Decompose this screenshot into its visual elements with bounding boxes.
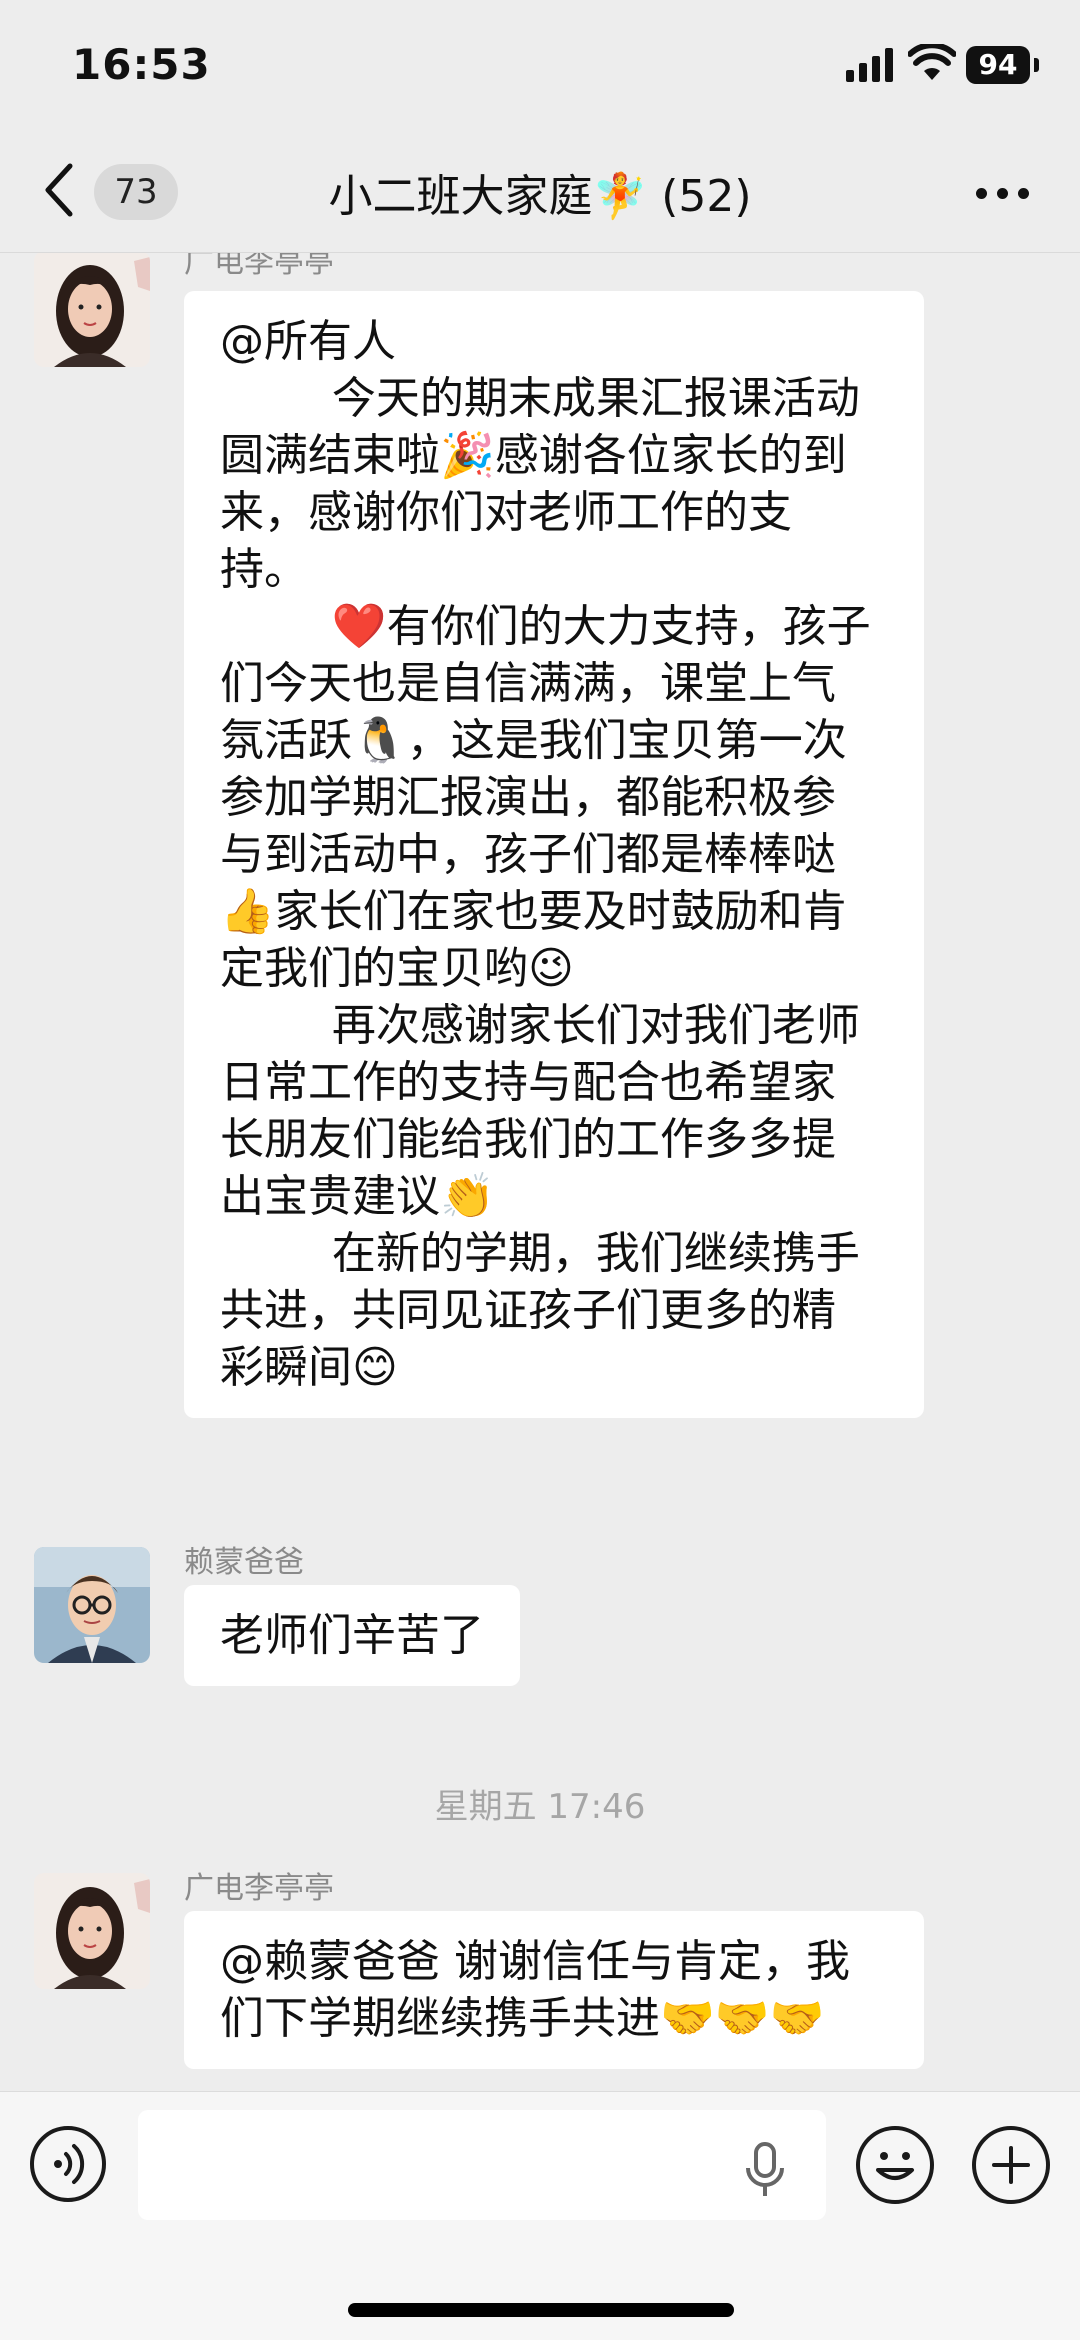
message-line: ❤️有你们的大力支持，孩子 bbox=[220, 601, 871, 652]
status-bar: 16:53 94 bbox=[0, 0, 1080, 130]
message-line: @所有人 bbox=[220, 316, 396, 367]
message-line: 来，感谢你们对老师工作的支 bbox=[220, 487, 792, 538]
battery-tip bbox=[1034, 58, 1039, 72]
message-line: 圆满结束啦🎉感谢各位家长的到 bbox=[220, 430, 847, 481]
battery-indicator: 94 bbox=[966, 46, 1030, 84]
message-line: 再次感谢家长们对我们老师 bbox=[220, 1000, 860, 1051]
sender-name: 广电李亭亭 bbox=[184, 1871, 334, 1906]
message-line: 日常工作的支持与配合也希望家 bbox=[220, 1057, 836, 1108]
home-indicator[interactable] bbox=[348, 2303, 734, 2317]
message-line: 在新的学期，我们继续携手 bbox=[220, 1228, 860, 1279]
sender-name: 赖蒙爸爸 bbox=[184, 1545, 304, 1580]
more-dots-icon[interactable] bbox=[976, 188, 1030, 200]
message-bubble[interactable]: @所有人 今天的期末成果汇报课活动 圆满结束啦🎉感谢各位家长的到 来，感谢你们对… bbox=[184, 291, 924, 1418]
avatar[interactable] bbox=[34, 1873, 150, 1989]
message-line: 彩瞬间😊 bbox=[220, 1342, 398, 1393]
message-bubble[interactable]: @赖蒙爸爸 谢谢信任与肯定，我 们下学期继续携手共进🤝🤝🤝 bbox=[184, 1911, 924, 2069]
wifi-icon bbox=[908, 44, 956, 80]
avatar[interactable] bbox=[34, 253, 150, 367]
message-line: 定我们的宝贝哟😉 bbox=[220, 943, 574, 994]
sender-name: 广电李亭亭 bbox=[184, 253, 334, 280]
message-line: 参加学期汇报演出，都能积极参 bbox=[220, 772, 836, 823]
microphone-icon[interactable] bbox=[740, 2140, 790, 2200]
message-line: 今天的期末成果汇报课活动 bbox=[220, 373, 860, 424]
plus-icon[interactable] bbox=[972, 2126, 1050, 2204]
chat-title: 小二班大家庭🧚 (52) bbox=[328, 171, 752, 222]
message-line: 👍家长们在家也要及时鼓励和肯 bbox=[220, 886, 847, 937]
message-line: 们下学期继续携手共进🤝🤝🤝 bbox=[220, 1993, 825, 2044]
message-line: @赖蒙爸爸 谢谢信任与肯定，我 bbox=[220, 1936, 850, 1987]
message-line: 长朋友们能给我们的工作多多提 bbox=[220, 1114, 836, 1165]
message-bubble[interactable]: 老师们辛苦了 bbox=[184, 1585, 520, 1686]
voice-icon[interactable] bbox=[30, 2126, 106, 2202]
message-line: 氛活跃🐧，这是我们宝贝第一次 bbox=[220, 715, 847, 766]
emoji-smile-icon[interactable] bbox=[856, 2126, 934, 2204]
message-line: 们今天也是自信满满，课堂上气 bbox=[220, 658, 836, 709]
status-time: 16:53 bbox=[72, 40, 211, 89]
message-line: 与到活动中，孩子们都是棒棒哒 bbox=[220, 829, 836, 880]
chat-header: 73 小二班大家庭🧚 (52) bbox=[0, 130, 1080, 253]
message-line: 共进，共同见证孩子们更多的精 bbox=[220, 1285, 836, 1336]
message-line: 持。 bbox=[220, 544, 308, 595]
message-list[interactable]: 广电李亭亭 @所有人 今天的期末成果汇报课活动 圆满结束啦🎉感谢各位家长的到 来… bbox=[0, 253, 1080, 2091]
cellular-signal-icon bbox=[846, 48, 893, 82]
avatar[interactable] bbox=[34, 1547, 150, 1663]
message-line: 出宝贵建议👏 bbox=[220, 1171, 495, 1222]
message-line: 老师们辛苦了 bbox=[220, 1610, 484, 1661]
message-input[interactable] bbox=[138, 2110, 826, 2220]
time-divider: 星期五 17:46 bbox=[434, 1787, 646, 1827]
